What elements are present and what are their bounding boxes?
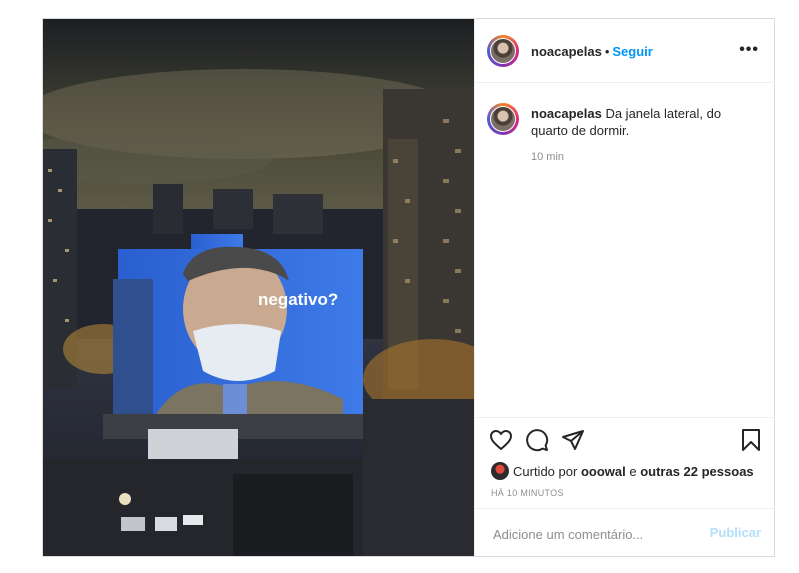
comment-box: Publicar bbox=[475, 508, 775, 556]
caption-username[interactable]: noacapelas bbox=[531, 106, 602, 121]
separator-dot: • bbox=[604, 44, 610, 59]
liked-others[interactable]: outras 22 pessoas bbox=[640, 464, 753, 479]
avatar[interactable] bbox=[487, 35, 519, 67]
likes-summary: Curtido por ooowal e outras 22 pessoas bbox=[491, 462, 754, 480]
caption-time: 10 min bbox=[531, 151, 565, 163]
caption-avatar[interactable] bbox=[487, 103, 519, 135]
more-options-icon[interactable]: ••• bbox=[739, 41, 759, 59]
comment-input[interactable] bbox=[491, 523, 695, 545]
action-section: Curtido por ooowal e outras 22 pessoas H… bbox=[475, 417, 775, 556]
heart-icon[interactable] bbox=[489, 428, 513, 452]
liked-prefix: Curtido por bbox=[513, 464, 578, 479]
header-username[interactable]: noacapelas bbox=[531, 44, 602, 59]
night-city-projection-image: negativo? bbox=[43, 19, 474, 556]
instagram-post: negativo? noacapelas • Seguir ••• noacapel… bbox=[42, 18, 775, 557]
post-header: noacapelas • Seguir ••• bbox=[475, 19, 775, 83]
post-timestamp[interactable]: HÁ 10 MINUTOS bbox=[491, 488, 564, 498]
bookmark-icon[interactable] bbox=[739, 428, 763, 452]
follow-button[interactable]: Seguir bbox=[612, 44, 652, 59]
post-sidebar: noacapelas • Seguir ••• noacapelas Da jane… bbox=[474, 19, 775, 556]
liked-conj: e bbox=[629, 464, 637, 479]
caption: noacapelas Da janela lateral, do quarto … bbox=[531, 105, 751, 139]
comment-bubble-icon[interactable] bbox=[525, 428, 549, 452]
paper-plane-icon[interactable] bbox=[561, 428, 585, 452]
publish-button[interactable]: Publicar bbox=[710, 525, 761, 540]
header-text: noacapelas • Seguir bbox=[531, 44, 653, 59]
projection-text: negativo? bbox=[258, 290, 338, 309]
liked-user[interactable]: ooowal bbox=[581, 464, 626, 479]
liker-avatar[interactable] bbox=[491, 462, 509, 480]
post-photo[interactable]: negativo? bbox=[43, 19, 474, 556]
